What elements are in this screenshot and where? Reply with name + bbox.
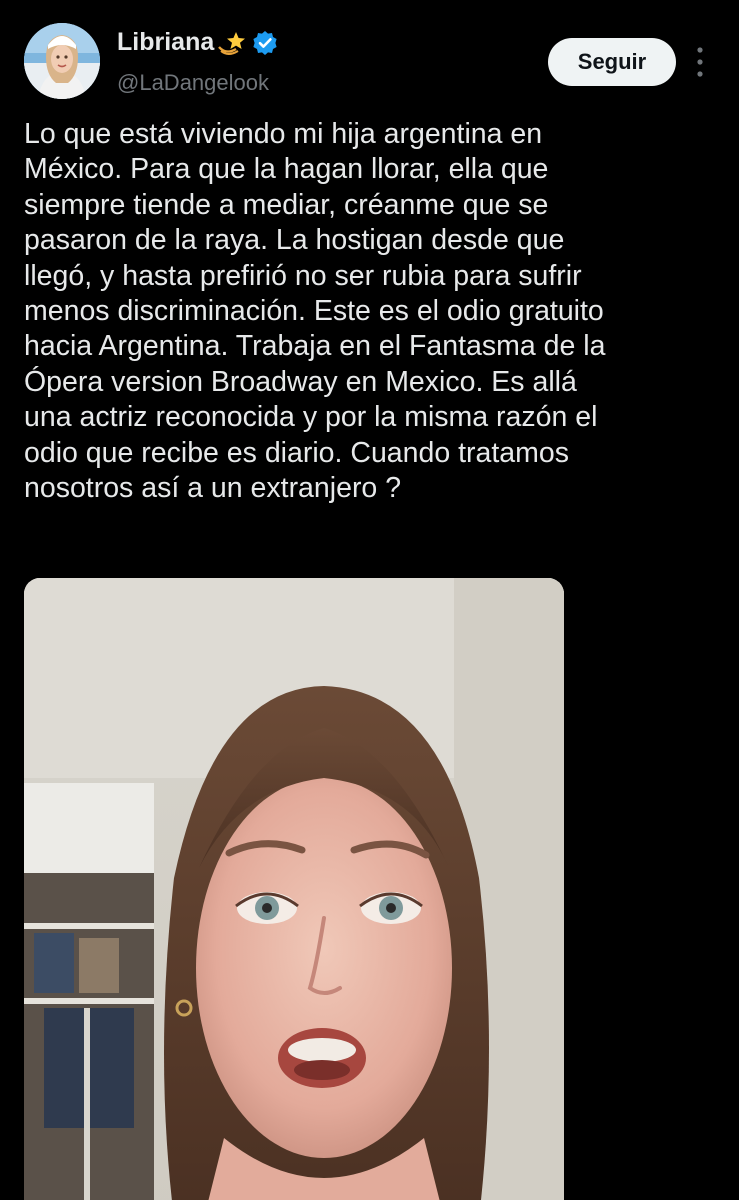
author-display-name[interactable]: Libriana xyxy=(117,28,278,57)
verified-badge-icon[interactable] xyxy=(252,30,278,56)
tweet-header: Libriana @LaDangelook Seguir xyxy=(0,0,739,110)
vertical-dots-icon[interactable] xyxy=(694,40,706,84)
tweet-text: Lo que está viviendo mi hija argentina e… xyxy=(24,118,606,505)
follow-button[interactable]: Seguir xyxy=(548,38,676,86)
video-still-image xyxy=(24,578,564,1200)
author-avatar[interactable] xyxy=(24,23,100,99)
dizzy-star-icon xyxy=(216,29,246,57)
tweet-video-media[interactable] xyxy=(24,578,564,1200)
author-handle[interactable]: @LaDangelook xyxy=(117,70,269,96)
author-name-text: Libriana xyxy=(117,28,215,56)
